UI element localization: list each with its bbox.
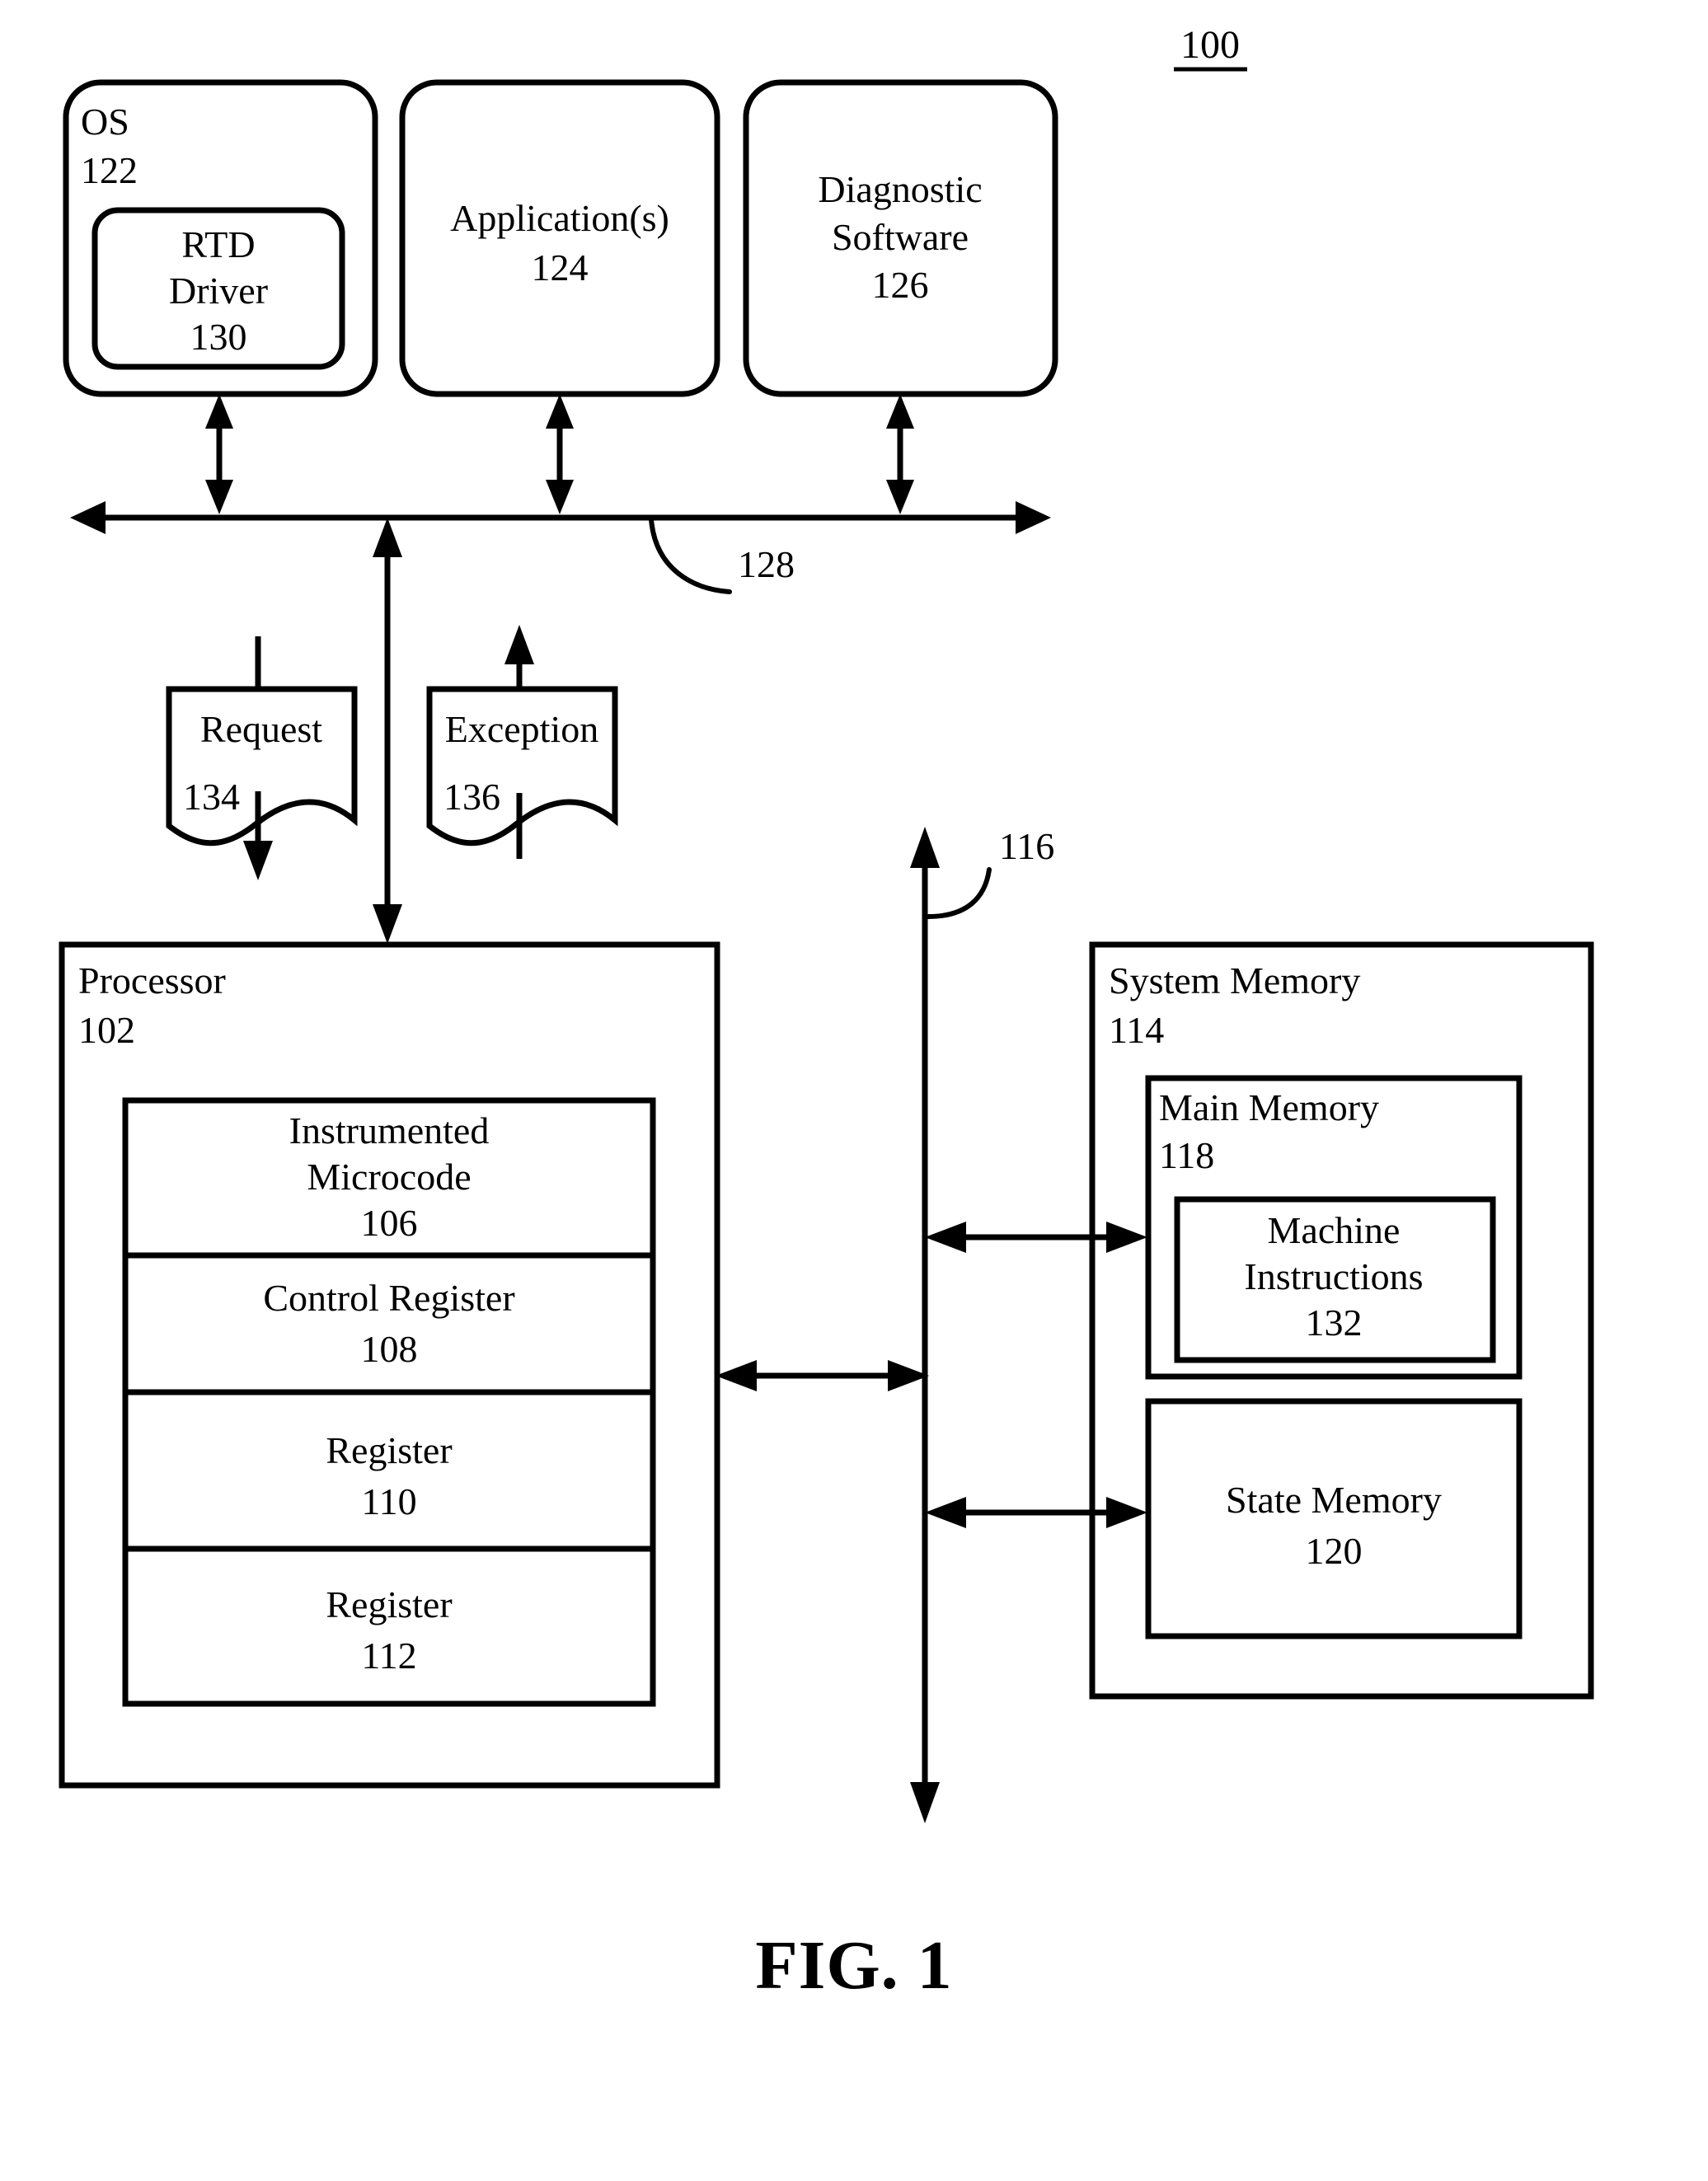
hardware-bus: 116 xyxy=(910,825,1054,1823)
request-arrowhead xyxy=(243,841,273,880)
system-reference-label: 100 xyxy=(1180,23,1240,67)
exception-message: Exception 136 xyxy=(426,625,618,859)
main-memory-ref: 118 xyxy=(1159,1134,1214,1176)
instrumented-microcode-line1: Instrumented xyxy=(289,1109,490,1151)
register-110-ref: 110 xyxy=(361,1480,416,1522)
figure-caption: FIG. 1 xyxy=(755,1927,952,2004)
software-bus-left-arrowhead xyxy=(70,501,106,534)
machine-instructions-ref: 132 xyxy=(1306,1302,1363,1344)
connector-bus-to-processor xyxy=(373,518,402,944)
os-module[interactable]: OS 122 RTD Driver 130 xyxy=(63,79,378,397)
processor-unit-register-112[interactable]: Register 112 xyxy=(122,1545,656,1707)
register-112-ref: 112 xyxy=(361,1635,416,1677)
state-memory-module[interactable]: State Memory 120 xyxy=(1145,1398,1523,1639)
processor-unit-control-register[interactable]: Control Register 108 xyxy=(122,1252,656,1395)
diagnostic-software-title-line2: Software xyxy=(832,216,969,258)
applications-module[interactable]: Application(s) 124 xyxy=(399,79,720,397)
rtd-driver-ref: 130 xyxy=(190,316,247,358)
os-module-title: OS xyxy=(81,101,129,143)
request-label: Request xyxy=(200,708,322,750)
diagnostic-software-title-line1: Diagnostic xyxy=(818,168,982,210)
register-112-outline xyxy=(122,1545,656,1707)
machine-instructions-module[interactable]: Machine Instructions 132 xyxy=(1174,1196,1496,1363)
request-ref: 134 xyxy=(183,776,240,818)
connector-os-to-bus xyxy=(205,394,233,514)
state-memory-title: State Memory xyxy=(1226,1479,1442,1521)
software-bus: 128 xyxy=(70,501,1051,594)
register-112-line1: Register xyxy=(326,1583,452,1625)
hardware-bus-bottom-arrowhead xyxy=(910,1782,940,1823)
applications-module-title: Application(s) xyxy=(450,197,669,239)
software-bus-ref: 128 xyxy=(738,543,795,585)
system-memory-ref: 114 xyxy=(1109,1009,1164,1051)
hardware-bus-leader xyxy=(926,867,992,919)
hardware-bus-top-arrowhead xyxy=(910,827,940,868)
system-memory-module[interactable]: System Memory 114 Main Memory 118 Machin… xyxy=(1089,941,1594,1700)
system-reference-100: 100 xyxy=(1174,23,1247,72)
instrumented-microcode-ref: 106 xyxy=(361,1202,418,1244)
machine-instructions-line2: Instructions xyxy=(1244,1255,1423,1297)
control-register-line1: Control Register xyxy=(263,1277,514,1319)
rtd-driver-title-line2: Driver xyxy=(169,270,268,312)
main-memory-module[interactable]: Main Memory 118 Machine Instructions 132 xyxy=(1145,1075,1523,1380)
connector-applications-to-bus xyxy=(546,394,574,514)
connector-diagnostic-to-bus xyxy=(886,394,914,514)
connector-bus-to-main-memory xyxy=(925,1222,1147,1253)
os-module-ref: 122 xyxy=(81,149,138,191)
software-bus-right-arrowhead xyxy=(1016,501,1051,534)
exception-ref: 136 xyxy=(443,776,500,818)
figure-canvas: 100 OS 122 RTD Driver 130 Application(s)… xyxy=(59,23,1594,2004)
hardware-bus-ref: 116 xyxy=(999,825,1054,867)
processor-ref: 102 xyxy=(78,1009,135,1051)
register-110-line1: Register xyxy=(326,1429,452,1471)
patent-figure-1: 100 OS 122 RTD Driver 130 Application(s)… xyxy=(0,0,1708,2181)
diagnostic-software-module[interactable]: Diagnostic Software 126 xyxy=(743,79,1058,397)
processor-unit-register-110[interactable]: Register 110 xyxy=(122,1389,656,1552)
rtd-driver-title-line1: RTD xyxy=(181,223,255,265)
control-register-ref: 108 xyxy=(361,1328,418,1370)
processor-unit-instrumented-microcode[interactable]: Instrumented Microcode 106 xyxy=(122,1097,656,1259)
software-bus-leader xyxy=(649,517,732,594)
system-memory-title: System Memory xyxy=(1109,959,1360,1001)
exception-arrowhead xyxy=(504,625,534,664)
applications-module-ref: 124 xyxy=(532,246,589,288)
request-message: Request 134 xyxy=(166,636,358,880)
state-memory-ref: 120 xyxy=(1306,1530,1363,1572)
connector-bus-to-state-memory xyxy=(925,1497,1147,1528)
processor-title: Processor xyxy=(78,959,226,1001)
machine-instructions-line1: Machine xyxy=(1268,1209,1401,1251)
processor-module[interactable]: Processor 102 Instrumented Microcode 106… xyxy=(59,941,720,1789)
exception-label: Exception xyxy=(445,708,599,750)
control-register-outline xyxy=(122,1252,656,1395)
main-memory-title: Main Memory xyxy=(1159,1086,1379,1128)
instrumented-microcode-line2: Microcode xyxy=(307,1156,471,1198)
rtd-driver-module[interactable]: RTD Driver 130 xyxy=(92,207,345,370)
diagnostic-software-ref: 126 xyxy=(872,264,929,306)
connector-processor-to-hardware-bus xyxy=(716,1360,929,1391)
